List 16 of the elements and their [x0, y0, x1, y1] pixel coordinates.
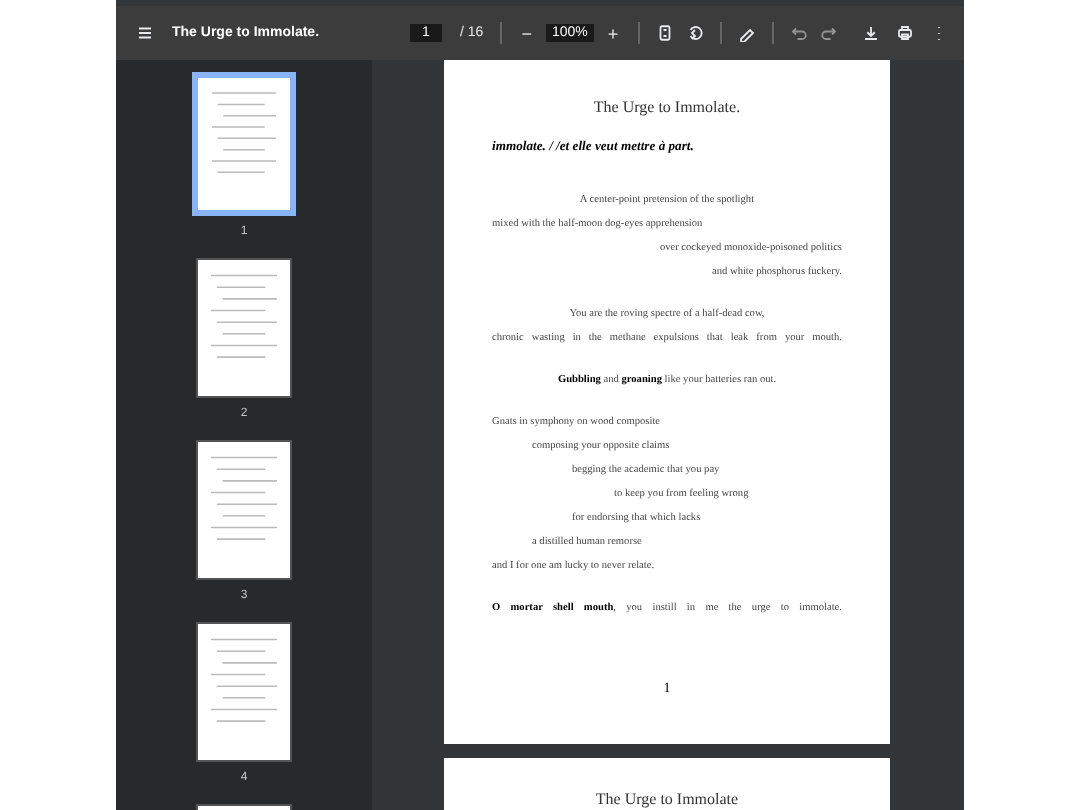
page-thumbnail[interactable] [196, 622, 292, 762]
pen-icon[interactable] [738, 24, 757, 42]
zoom-in-button[interactable]: + [603, 23, 623, 43]
undo-icon[interactable] [790, 24, 809, 42]
page-thumbnail[interactable] [196, 440, 292, 580]
rotate-icon[interactable] [686, 24, 705, 42]
page-title: The Urge to Immolate. [593, 98, 741, 116]
fit-page-icon[interactable] [656, 24, 675, 42]
menu-icon[interactable] [136, 24, 154, 42]
page-thumbnail[interactable] [196, 258, 292, 398]
page-title: The Urge to Immolate [595, 790, 739, 810]
page-thumbnail[interactable] [192, 72, 296, 216]
redo-icon[interactable] [820, 24, 839, 42]
download-icon[interactable] [862, 24, 880, 42]
print-icon[interactable] [896, 24, 914, 42]
zoom-out-button[interactable]: − [517, 23, 536, 43]
